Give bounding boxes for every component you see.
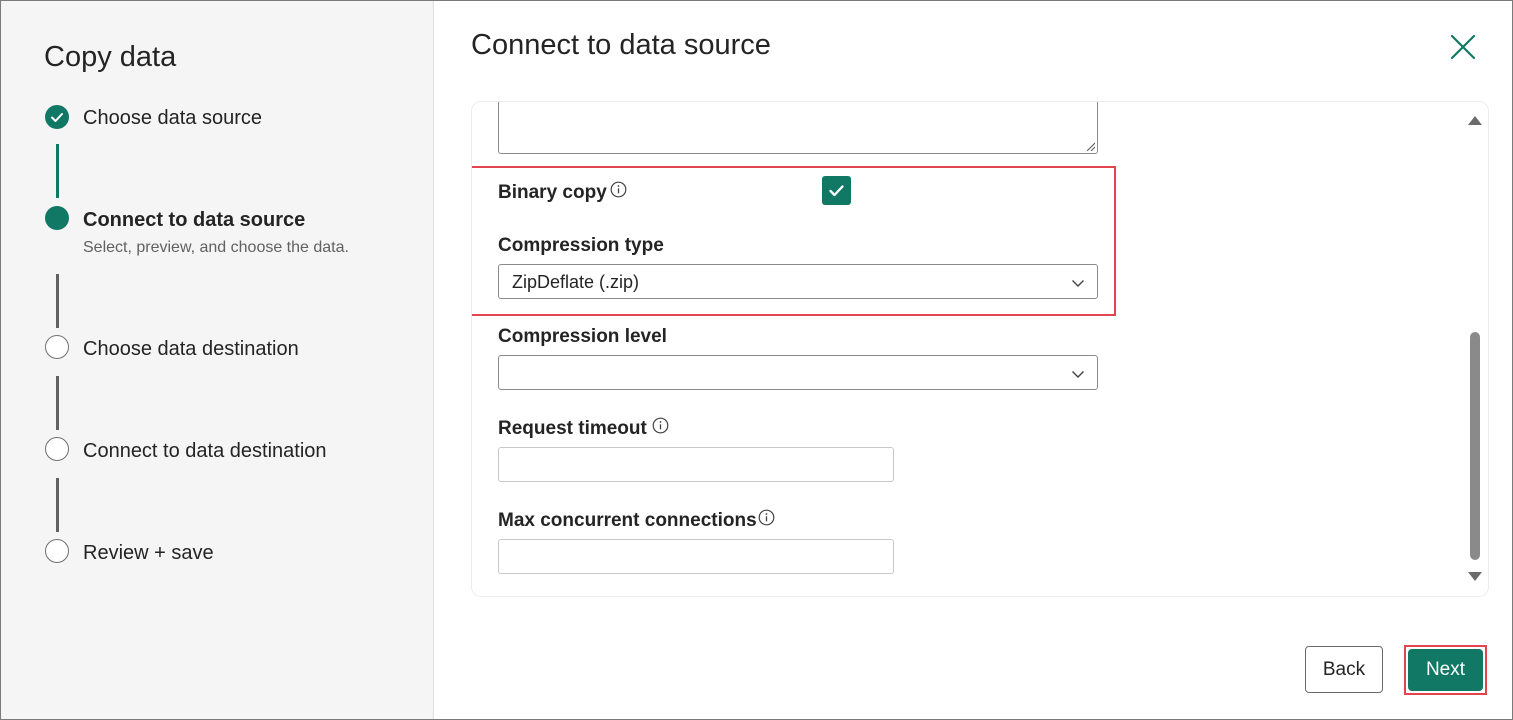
close-button[interactable] xyxy=(1447,31,1479,63)
resize-grip-icon[interactable] xyxy=(1085,141,1095,151)
step-connector xyxy=(56,376,59,430)
checkmark-icon xyxy=(51,113,63,122)
back-button[interactable]: Back xyxy=(1305,646,1383,693)
step-pending-icon xyxy=(45,437,69,461)
compression-level-dropdown[interactable] xyxy=(498,355,1098,390)
scroll-down-arrow-icon[interactable] xyxy=(1468,572,1482,581)
binary-copy-label: Binary copy xyxy=(498,182,607,203)
chevron-down-icon xyxy=(1072,371,1084,378)
scroll-up-arrow-icon[interactable] xyxy=(1468,116,1482,125)
chevron-down-icon xyxy=(1072,280,1084,287)
wizard-title: Copy data xyxy=(44,41,177,73)
form-scrollbar[interactable] xyxy=(1468,112,1482,582)
connection-settings-form: Binary copy Compression type ZipDeflate … xyxy=(471,101,1489,597)
step-connect-data-source: Connect to data source xyxy=(83,209,306,231)
text-area[interactable] xyxy=(498,102,1098,154)
compression-level-label: Compression level xyxy=(498,326,667,347)
step-choose-data-source: Choose data source xyxy=(83,107,263,129)
step-subtitle: Select, preview, and choose the data. xyxy=(83,239,349,256)
step-review-save: Review + save xyxy=(83,542,214,564)
compression-type-value: ZipDeflate (.zip) xyxy=(512,272,640,292)
compression-type-label: Compression type xyxy=(498,235,664,256)
info-icon[interactable] xyxy=(610,181,627,198)
step-pending-icon xyxy=(45,335,69,359)
scrollbar-thumb[interactable] xyxy=(1470,332,1480,560)
request-timeout-input[interactable] xyxy=(498,447,894,482)
info-icon[interactable] xyxy=(652,417,669,434)
step-current-icon xyxy=(45,206,69,230)
request-timeout-label: Request timeout xyxy=(498,418,647,439)
step-pending-icon xyxy=(45,539,69,563)
next-button[interactable]: Next xyxy=(1408,649,1483,691)
close-icon[interactable] xyxy=(1447,31,1479,63)
step-connector xyxy=(56,144,59,198)
max-concurrent-connections-label: Max concurrent connections xyxy=(498,510,757,531)
wizard-sidebar: Copy data Choose data source Connect to … xyxy=(1,1,434,719)
step-connector xyxy=(56,478,59,532)
info-icon[interactable] xyxy=(758,509,775,526)
binary-copy-checkbox[interactable] xyxy=(822,176,851,205)
copy-data-dialog: Copy data Choose data source Connect to … xyxy=(0,0,1513,720)
panel-title: Connect to data source xyxy=(471,29,771,61)
step-choose-data-destination: Choose data destination xyxy=(83,338,299,360)
step-connect-data-destination: Connect to data destination xyxy=(83,440,327,462)
checkmark-icon xyxy=(829,185,844,197)
compression-type-dropdown[interactable]: ZipDeflate (.zip) xyxy=(498,264,1098,299)
max-concurrent-connections-input[interactable] xyxy=(498,539,894,574)
step-complete-icon xyxy=(45,105,69,129)
step-connector xyxy=(56,274,59,328)
